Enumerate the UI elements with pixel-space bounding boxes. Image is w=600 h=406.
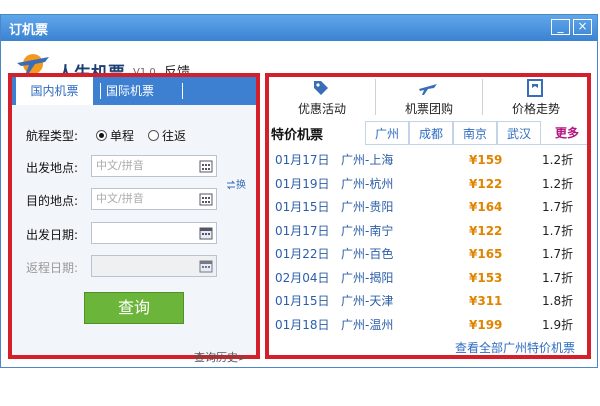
deal-route[interactable]: 广州-杭州 (341, 173, 393, 195)
minimize-button[interactable]: _ (551, 19, 570, 35)
return-date-input (91, 255, 217, 277)
from-label: 出发地点: (26, 161, 79, 175)
city-picker-icon[interactable] (199, 192, 213, 206)
deal-route[interactable]: 广州-上海 (341, 149, 393, 171)
deal-discount: 1.7折 (542, 200, 574, 214)
round-trip-label[interactable]: 往返 (162, 127, 186, 144)
deal-discount: 1.7折 (542, 247, 574, 261)
deal-price: ¥159 (469, 153, 503, 167)
tag-icon (314, 81, 328, 95)
deal-date: 01月22日 (275, 247, 330, 261)
deal-date: 02月04日 (275, 270, 330, 285)
bottom-area (0, 368, 600, 406)
deal-discount: 1.7折 (542, 223, 574, 238)
from-input[interactable]: 中文/拼音 (91, 155, 217, 177)
to-placeholder: 中文/拼音 (96, 192, 144, 205)
deal-discount: 1.9折 (542, 317, 574, 332)
deal-price: ¥165 (469, 247, 503, 261)
city-picker-icon[interactable] (199, 159, 213, 173)
swap-label: 换 (236, 180, 246, 191)
radio-one-way[interactable] (96, 130, 107, 141)
deal-price: ¥122 (469, 223, 503, 238)
deal-price: ¥164 (469, 200, 503, 214)
deal-discount: 1.2折 (542, 176, 574, 191)
swap-icon (226, 180, 236, 190)
tab-promotions[interactable]: 优惠活动 (269, 77, 375, 116)
deal-row[interactable]: 01月15日 广州-贵阳 ¥164 1.7折 (269, 196, 587, 218)
deal-row[interactable]: 01月15日 广州-天津 ¥311 1.8折 (269, 290, 587, 312)
tab-domestic[interactable]: 国内机票 (16, 77, 93, 105)
from-placeholder: 中文/拼音 (96, 159, 144, 172)
city-tab-guangzhou[interactable]: 广州 (365, 121, 409, 145)
tab-group-buy[interactable]: 机票团购 (376, 77, 482, 116)
city-tab-nanjing[interactable]: 南京 (453, 121, 497, 145)
deal-row[interactable]: 02月04日 广州-揭阳 ¥153 1.7折 (269, 267, 587, 289)
airplane-icon (419, 84, 437, 95)
deal-date: 01月19日 (275, 176, 330, 191)
deal-route[interactable]: 广州-温州 (341, 314, 393, 336)
search-panel: 国内机票 国际机票 航程类型: 单程 往返 出发地点: 中文/拼音 目的地点: … (8, 73, 260, 364)
tab-underline (365, 144, 587, 145)
deal-price: ¥153 (469, 270, 503, 285)
tab-price-trend-label: 价格走势 (511, 102, 560, 116)
close-button[interactable]: × (573, 19, 592, 35)
deal-route[interactable]: 广州-百色 (341, 243, 393, 265)
chart-book-icon (527, 79, 543, 97)
deal-route[interactable]: 广州-南宁 (341, 220, 393, 242)
deal-date: 01月15日 (275, 200, 330, 214)
deal-route[interactable]: 广州-天津 (341, 290, 393, 312)
tab-divider (182, 83, 183, 99)
window-title: 订机票 (9, 23, 49, 38)
ticket-type-tabs: 国内机票 国际机票 (12, 77, 256, 105)
deal-price: ¥199 (469, 317, 503, 332)
calendar-icon (199, 260, 213, 273)
city-tab-wuhan[interactable]: 武汉 (497, 121, 541, 145)
section-title: 特价机票 (271, 128, 324, 143)
tab-promotions-label: 优惠活动 (297, 102, 346, 116)
view-all-deals-link[interactable]: 查看全部广州特价机票 (455, 339, 575, 356)
to-label: 目的地点: (26, 194, 79, 208)
deal-price: ¥122 (469, 176, 503, 191)
depart-date-label: 出发日期: (26, 228, 79, 242)
deal-discount: 1.2折 (542, 153, 574, 167)
deal-row[interactable]: 01月19日 广州-杭州 ¥122 1.2折 (269, 173, 587, 195)
tab-international[interactable]: 国际机票 (106, 77, 154, 105)
deal-route[interactable]: 广州-贵阳 (341, 196, 393, 218)
city-tab-chengdu[interactable]: 成都 (409, 121, 453, 145)
radio-round-trip[interactable] (148, 130, 159, 141)
to-input[interactable]: 中文/拼音 (91, 188, 217, 210)
deal-date: 01月17日 (275, 223, 330, 238)
tab-group-buy-label: 机票团购 (404, 102, 453, 116)
deal-date: 01月15日 (275, 294, 330, 308)
trip-type-label: 航程类型: (26, 129, 79, 143)
title-bar: 订机票 _ × (1, 15, 597, 41)
deals-panel: 优惠活动 机票团购 价格走势 特价机票 广州 成都 南京 武汉 更多 01月17… (265, 73, 591, 359)
deal-route[interactable]: 广州-揭阳 (341, 267, 393, 289)
depart-date-input[interactable] (91, 222, 217, 244)
deal-row[interactable]: 01月17日 广州-上海 ¥159 1.2折 (269, 149, 587, 171)
more-cities-link[interactable]: 更多 (547, 121, 587, 145)
deal-price: ¥311 (469, 294, 503, 308)
return-date-label: 返程日期: (26, 261, 79, 275)
swap-cities-button[interactable]: 换 (226, 176, 246, 191)
deal-discount: 1.7折 (542, 270, 574, 285)
tab-price-trend[interactable]: 价格走势 (483, 77, 589, 116)
deal-date: 01月18日 (275, 317, 330, 332)
calendar-icon[interactable] (199, 226, 213, 240)
search-button[interactable]: 查询 (84, 292, 184, 324)
deal-row[interactable]: 01月18日 广州-温州 ¥199 1.9折 (269, 314, 587, 336)
deal-date: 01月17日 (275, 153, 330, 167)
deal-discount: 1.8折 (542, 294, 574, 308)
deal-row[interactable]: 01月22日 广州-百色 ¥165 1.7折 (269, 243, 587, 265)
tab-divider (100, 83, 101, 99)
one-way-label[interactable]: 单程 (110, 127, 134, 144)
search-history-link[interactable]: 查询历史> (194, 349, 247, 365)
deal-row[interactable]: 01月17日 广州-南宁 ¥122 1.7折 (269, 220, 587, 242)
